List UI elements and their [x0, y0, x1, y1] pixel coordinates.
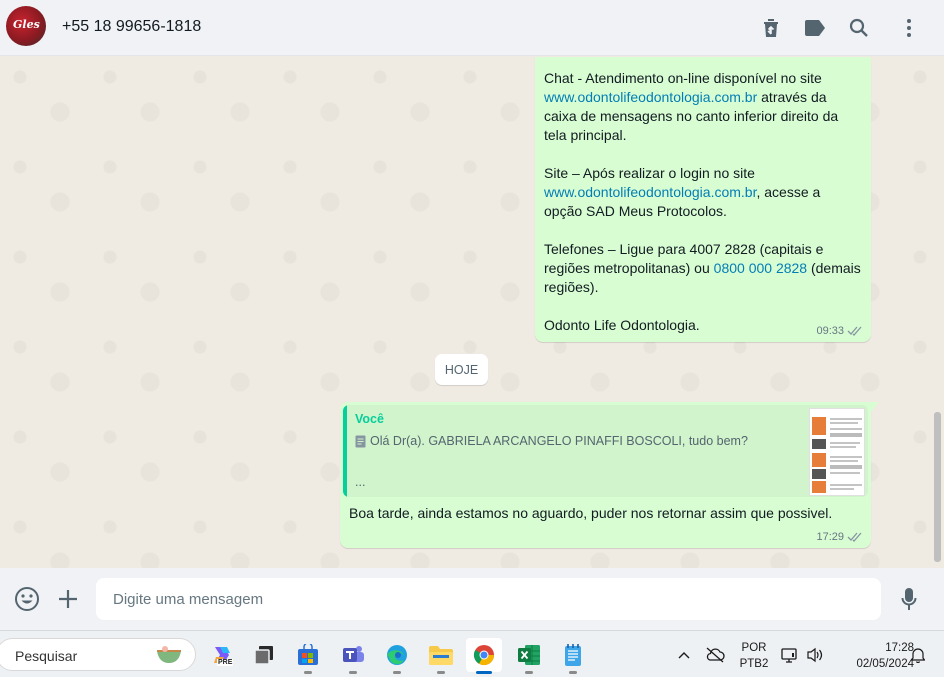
- task-view-icon[interactable]: [246, 638, 282, 672]
- cloud-offline-icon[interactable]: [703, 631, 727, 677]
- contact-avatar[interactable]: Gles: [6, 6, 46, 46]
- bubble-tail: [871, 402, 879, 412]
- running-indicator: [569, 671, 577, 674]
- quoted-message[interactable]: Você Olá Dr(a). GABRIELA ARCANGELO PINAF…: [343, 405, 868, 497]
- copilot-app-icon[interactable]: PRE: [204, 638, 240, 672]
- message-paragraph: Chat - Atendimento on-line disponível no…: [544, 70, 839, 143]
- message-input[interactable]: [96, 578, 881, 620]
- quote-accent-bar: [343, 405, 347, 497]
- message-paragraph: Site – Após realizar o login no site www…: [544, 165, 821, 219]
- tray-chevron-up-icon[interactable]: [674, 631, 694, 677]
- notepad-app-icon[interactable]: [555, 638, 591, 674]
- running-indicator: [525, 671, 533, 674]
- quote-text: Olá Dr(a). GABRIELA ARCANGELO PINAFFI BO…: [355, 434, 748, 448]
- quote-author: Você: [355, 412, 384, 426]
- bing-bowl-icon: [157, 646, 181, 663]
- chrome-browser-icon[interactable]: [466, 638, 502, 674]
- date-divider: HOJE: [435, 354, 488, 385]
- network-icon[interactable]: [780, 631, 800, 677]
- chat-area[interactable]: Chat - Atendimento on-line disponível no…: [0, 57, 944, 568]
- message-paragraph: Odonto Life Odontologia.: [544, 317, 700, 333]
- windows-taskbar: Pesquisar PRE POR PTB2 17:28 02/05/2024: [0, 630, 944, 677]
- preview-badge: PRE: [217, 659, 234, 666]
- delete-icon[interactable]: [759, 16, 783, 40]
- message-text: Boa tarde, ainda estamos no aguardo, pud…: [349, 505, 833, 521]
- microsoft-store-icon[interactable]: [290, 638, 326, 674]
- quote-ellipsis: ...: [355, 475, 366, 489]
- taskbar-search[interactable]: Pesquisar: [0, 638, 196, 671]
- chat-header: Gles +55 18 99656-1818: [0, 0, 944, 56]
- message-bubble-incoming-info[interactable]: Chat - Atendimento on-line disponível no…: [535, 57, 871, 342]
- notification-bell-icon[interactable]: [908, 631, 928, 677]
- keyboard-language-indicator[interactable]: POR PTB2: [730, 640, 778, 672]
- taskbar-clock[interactable]: 17:28 02/05/2024: [828, 640, 914, 672]
- avatar-logo-text: Gles: [13, 18, 40, 31]
- running-indicator: [304, 671, 312, 674]
- running-indicator: [349, 671, 357, 674]
- message-paragraph: Telefones – Ligue para 4007 2828 (capita…: [544, 241, 861, 295]
- chat-scrollbar[interactable]: [934, 412, 941, 562]
- double-check-icon: [847, 326, 862, 336]
- message-bubble-outgoing[interactable]: Você Olá Dr(a). GABRIELA ARCANGELO PINAF…: [340, 402, 871, 548]
- search-icon[interactable]: [847, 16, 871, 40]
- attach-plus-icon[interactable]: [54, 585, 82, 613]
- microphone-icon[interactable]: [895, 585, 923, 613]
- emoji-icon[interactable]: [13, 585, 41, 613]
- edge-browser-icon[interactable]: [379, 638, 415, 674]
- taskbar-search-label: Pesquisar: [15, 648, 78, 664]
- website-link[interactable]: www.odontolifeodontologia.com.br: [544, 89, 757, 105]
- document-icon: [355, 435, 366, 447]
- active-indicator: [476, 671, 492, 674]
- document-thumbnail: [809, 408, 865, 496]
- phone-link[interactable]: 0800 000 2828: [714, 260, 807, 276]
- message-composer: [0, 568, 944, 630]
- message-time: 17:29: [816, 531, 863, 543]
- teams-app-icon[interactable]: [335, 638, 371, 674]
- running-indicator: [437, 671, 445, 674]
- double-check-icon: [847, 532, 862, 542]
- contact-name[interactable]: +55 18 99656-1818: [62, 18, 201, 36]
- file-explorer-icon[interactable]: [423, 638, 459, 674]
- label-icon[interactable]: [803, 16, 827, 40]
- website-link[interactable]: www.odontolifeodontologia.com.br: [544, 184, 756, 200]
- menu-icon[interactable]: [897, 16, 921, 40]
- excel-app-icon[interactable]: [511, 638, 547, 674]
- running-indicator: [393, 671, 401, 674]
- message-time: 09:33: [816, 325, 863, 337]
- volume-icon[interactable]: [804, 631, 826, 677]
